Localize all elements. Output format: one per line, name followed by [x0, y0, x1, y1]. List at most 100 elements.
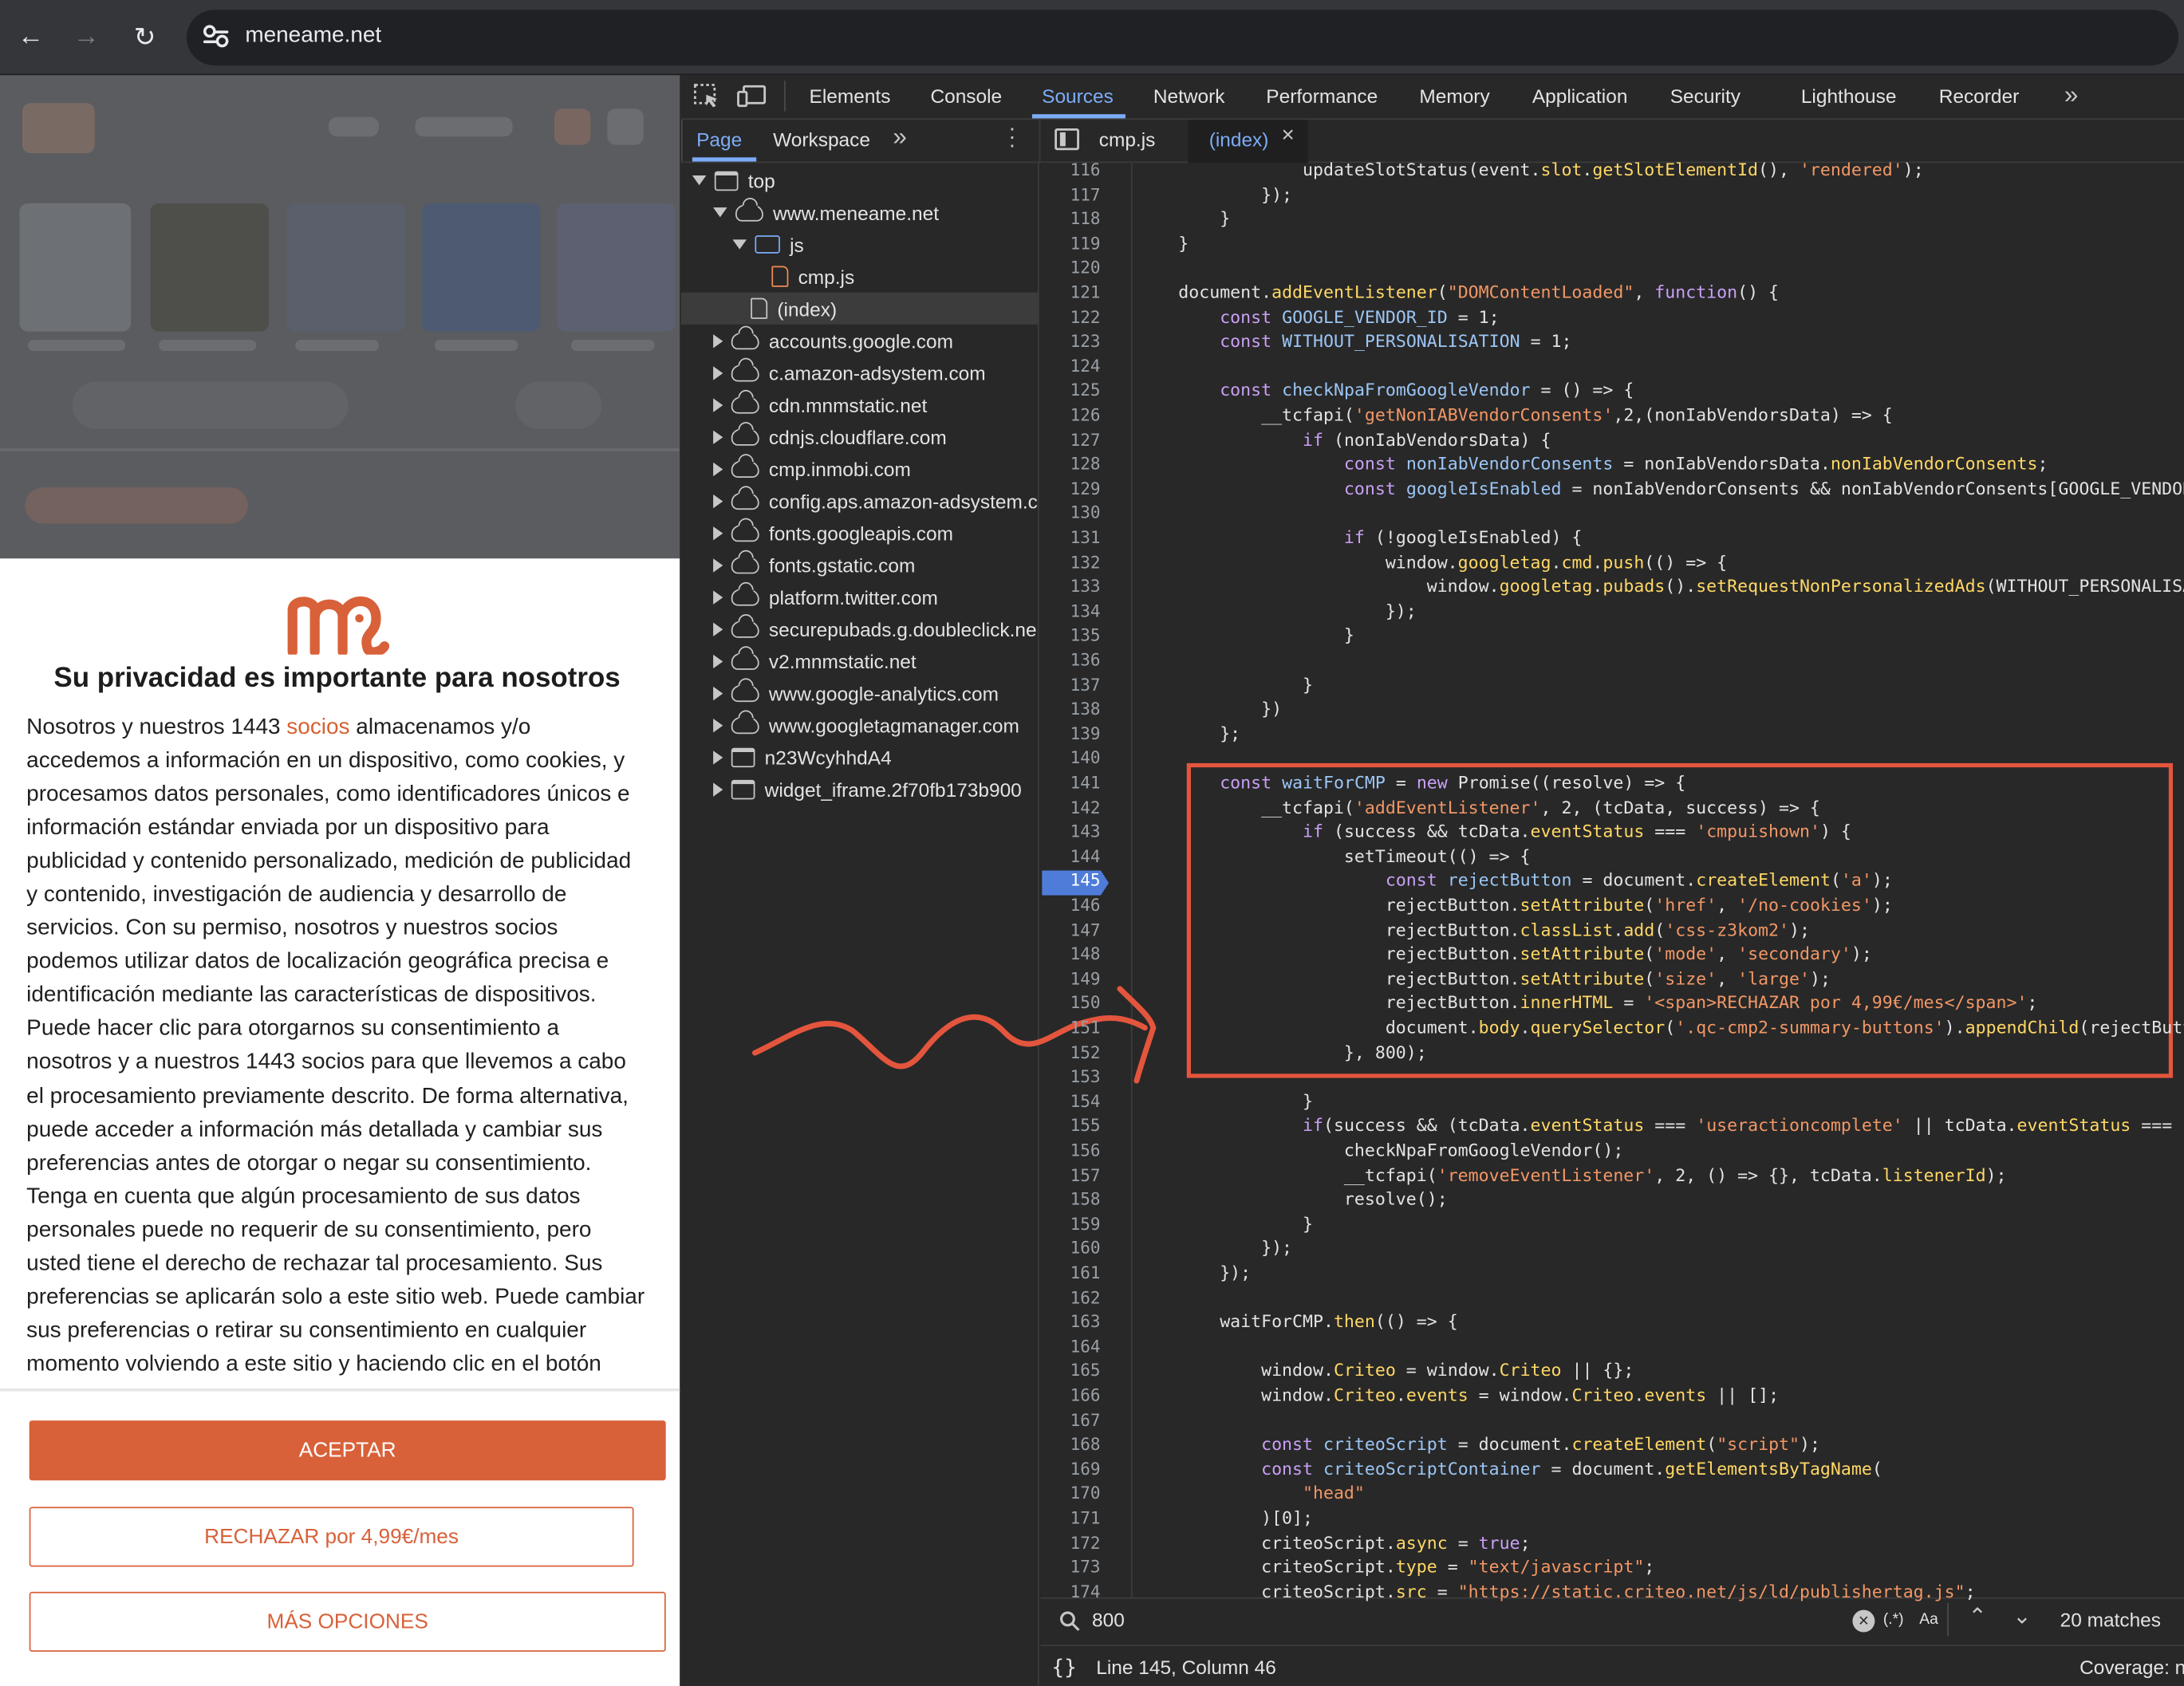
line-number[interactable]: 172 — [1040, 1531, 1101, 1556]
line-number[interactable]: 138 — [1040, 698, 1101, 723]
tree-item[interactable]: fonts.gstatic.com — [713, 549, 1039, 581]
file-tab-index[interactable]: (index) — [1209, 128, 1269, 151]
line-number[interactable]: 118 — [1040, 208, 1101, 233]
forward-icon[interactable]: → — [67, 18, 106, 57]
collapsed-arrow-icon[interactable] — [713, 718, 723, 732]
line-number[interactable]: 169 — [1040, 1458, 1101, 1483]
line-number[interactable]: 125 — [1040, 380, 1101, 404]
tree-item[interactable]: cmp.inmobi.com — [713, 453, 1039, 485]
collapsed-arrow-icon[interactable] — [713, 782, 723, 796]
line-number[interactable]: 133 — [1040, 576, 1101, 601]
line-number[interactable]: 141 — [1040, 771, 1101, 796]
line-number[interactable]: 154 — [1040, 1090, 1101, 1115]
tree-item[interactable]: fonts.googleapis.com — [713, 517, 1039, 549]
line-number[interactable]: 139 — [1040, 723, 1101, 747]
line-number[interactable]: 160 — [1040, 1237, 1101, 1262]
collapsed-arrow-icon[interactable] — [713, 429, 723, 444]
line-number[interactable]: 164 — [1040, 1335, 1101, 1360]
tree-item[interactable]: cdn.mnmstatic.net — [713, 388, 1039, 420]
line-number[interactable]: 129 — [1040, 478, 1101, 502]
line-number[interactable]: 145 — [1040, 869, 1101, 894]
url-text[interactable]: meneame.net — [245, 24, 381, 49]
collapsed-arrow-icon[interactable] — [713, 750, 723, 764]
line-number[interactable]: 128 — [1040, 453, 1101, 478]
pretty-print-icon[interactable]: {} — [1051, 1654, 1077, 1679]
previous-match-icon[interactable]: ⌃ — [1968, 1603, 1986, 1631]
line-number[interactable]: 140 — [1040, 747, 1101, 772]
line-number[interactable]: 117 — [1040, 183, 1101, 208]
line-number[interactable]: 124 — [1040, 355, 1101, 380]
tree-item[interactable]: cdnjs.cloudflare.com — [713, 420, 1039, 452]
collapsed-arrow-icon[interactable] — [713, 686, 723, 700]
line-number[interactable]: 147 — [1040, 919, 1101, 943]
collapsed-arrow-icon[interactable] — [713, 557, 723, 572]
collapsed-arrow-icon[interactable] — [713, 653, 723, 668]
collapsed-arrow-icon[interactable] — [713, 589, 723, 604]
tree-item[interactable]: cmp.js — [754, 261, 1039, 293]
line-number[interactable]: 166 — [1040, 1385, 1101, 1409]
regex-toggle[interactable]: (.*) — [1883, 1611, 1904, 1628]
line-number[interactable]: 116 — [1040, 159, 1101, 183]
tab-sources[interactable]: Sources — [1042, 85, 1114, 108]
device-toolbar-icon[interactable] — [737, 84, 767, 108]
line-number[interactable]: 153 — [1040, 1066, 1101, 1090]
line-number[interactable]: 157 — [1040, 1164, 1101, 1188]
inspect-element-icon[interactable] — [693, 84, 722, 108]
tree-item[interactable]: c.amazon-adsystem.com — [713, 357, 1039, 388]
tree-item[interactable]: accounts.google.com — [713, 325, 1039, 357]
line-number[interactable]: 159 — [1040, 1213, 1101, 1238]
line-number[interactable]: 156 — [1040, 1139, 1101, 1164]
tab-performance[interactable]: Performance — [1266, 85, 1378, 108]
tab-security[interactable]: Security — [1670, 85, 1740, 108]
collapsed-arrow-icon[interactable] — [713, 494, 723, 508]
collapsed-arrow-icon[interactable] — [713, 397, 723, 412]
tree-item[interactable]: (index) — [733, 293, 1039, 325]
reject-paid-button[interactable]: RECHAZAR por 4,99€/mes — [29, 1507, 634, 1567]
line-number[interactable]: 146 — [1040, 894, 1101, 919]
tree-item[interactable]: www.meneame.net — [713, 196, 1039, 228]
close-tab-icon[interactable]: × — [1282, 124, 1295, 148]
site-settings-icon[interactable] — [203, 22, 229, 50]
line-number[interactable]: 150 — [1040, 992, 1101, 1017]
address-bar[interactable] — [186, 10, 2179, 66]
expanded-arrow-icon[interactable] — [713, 207, 727, 218]
line-number[interactable]: 168 — [1040, 1433, 1101, 1458]
clear-search-icon[interactable]: × — [1852, 1609, 1875, 1633]
line-number[interactable]: 165 — [1040, 1360, 1101, 1385]
tree-item[interactable]: www.googletagmanager.com — [713, 709, 1039, 741]
tree-item[interactable]: www.google-analytics.com — [713, 677, 1039, 709]
line-number[interactable]: 119 — [1040, 232, 1101, 257]
tab-workspace[interactable]: Workspace — [773, 128, 870, 151]
line-number[interactable]: 151 — [1040, 1017, 1101, 1042]
line-number[interactable]: 126 — [1040, 404, 1101, 428]
collapsed-arrow-icon[interactable] — [713, 333, 723, 348]
line-number[interactable]: 136 — [1040, 649, 1101, 674]
expanded-arrow-icon[interactable] — [732, 239, 747, 250]
line-number[interactable]: 158 — [1040, 1188, 1101, 1213]
line-number[interactable]: 127 — [1040, 428, 1101, 453]
line-number[interactable]: 155 — [1040, 1115, 1101, 1140]
tree-item[interactable]: platform.twitter.com — [713, 581, 1039, 613]
line-number[interactable]: 162 — [1040, 1286, 1101, 1311]
line-number[interactable]: 143 — [1040, 821, 1101, 845]
tab-console[interactable]: Console — [930, 85, 1002, 108]
tab-network[interactable]: Network — [1153, 85, 1225, 108]
accept-button[interactable]: ACEPTAR — [29, 1420, 666, 1481]
line-number[interactable]: 149 — [1040, 967, 1101, 992]
collapsed-arrow-icon[interactable] — [713, 621, 723, 636]
line-number[interactable]: 142 — [1040, 796, 1101, 821]
line-number[interactable]: 132 — [1040, 551, 1101, 576]
collapsed-arrow-icon[interactable] — [713, 526, 723, 540]
line-number[interactable]: 163 — [1040, 1311, 1101, 1336]
more-nav-tabs-icon[interactable]: » — [893, 123, 906, 152]
line-number[interactable]: 121 — [1040, 282, 1101, 306]
tree-item[interactable]: widget_iframe.2f70fb173b900 — [713, 773, 1039, 805]
line-number[interactable]: 171 — [1040, 1507, 1101, 1531]
line-number[interactable]: 148 — [1040, 943, 1101, 968]
tab-recorder[interactable]: Recorder — [1939, 85, 2020, 108]
tab-page[interactable]: Page — [696, 128, 742, 151]
line-number[interactable]: 173 — [1040, 1556, 1101, 1581]
tab-memory[interactable]: Memory — [1419, 85, 1489, 108]
tree-item[interactable]: securepubads.g.doubleclick.ne — [713, 613, 1039, 644]
line-number[interactable]: 131 — [1040, 526, 1101, 551]
